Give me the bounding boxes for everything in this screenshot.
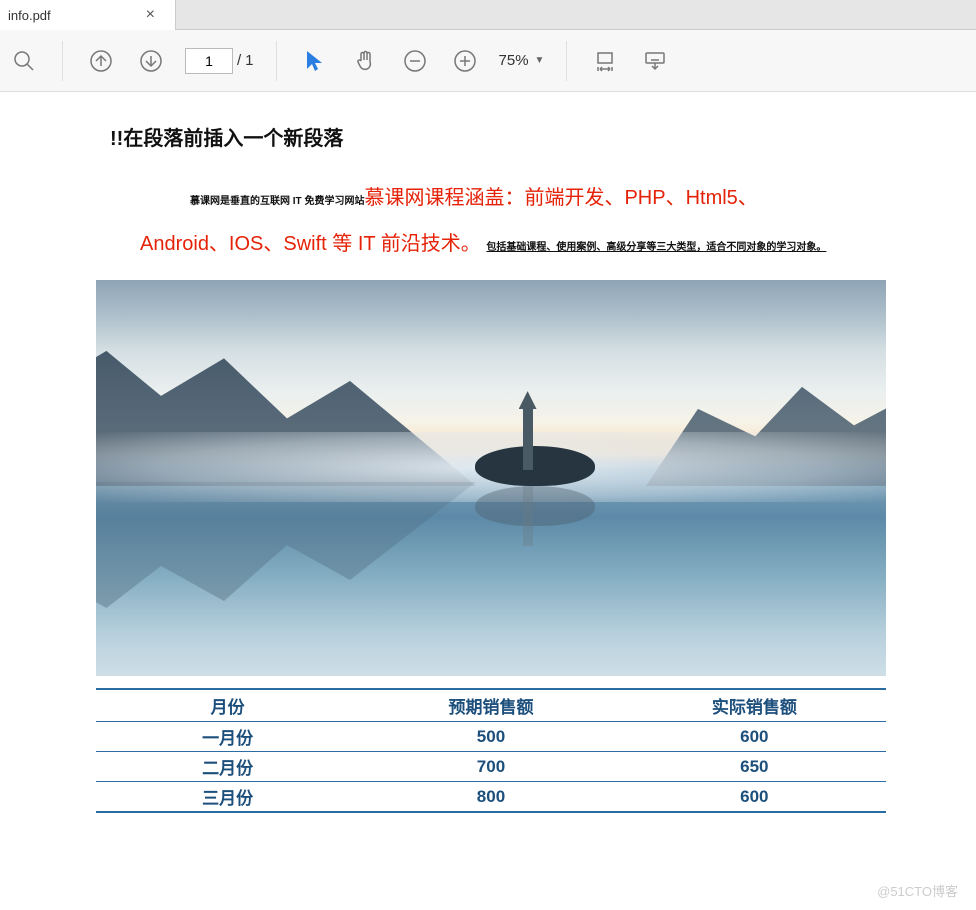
col-header-month: 月份 [96,689,359,722]
cell-month: 二月份 [96,752,359,782]
page-indicator: / 1 [185,48,254,74]
watermark: @51CTO博客 [877,881,958,900]
cell-actual: 650 [623,752,886,782]
fit-width-icon[interactable] [589,45,621,77]
page-total: 1 [245,52,253,69]
cell-actual: 600 [623,722,886,752]
tab-bar: info.pdf × [0,0,976,30]
hand-tool-icon[interactable] [349,45,381,77]
col-header-actual: 实际销售额 [623,689,886,722]
table-row: 二月份 700 650 [96,752,886,782]
island-reflection [475,486,595,526]
page-heading: !!在段落前插入一个新段落 [110,122,916,151]
landscape-image [96,280,886,676]
page-sep: / [237,52,241,69]
close-icon[interactable]: × [146,6,155,24]
church-tower [523,405,533,470]
mountain-reflection [96,482,476,622]
prefix-text: 慕课网是垂直的互联网 IT 免费学习网站 [190,196,364,207]
zoom-dropdown[interactable]: 75% ▼ [499,52,545,69]
cell-month: 一月份 [96,722,359,752]
red-text-2: Android、IOS、Swift 等 IT 前沿技术。 [140,233,481,255]
cell-expected: 800 [359,782,622,813]
pdf-toolbar: / 1 75% ▼ [0,30,976,92]
separator [62,41,63,81]
tower-reflection [523,486,533,546]
paragraph-line-1: 慕课网是垂直的互联网 IT 免费学习网站慕课网课程涵盖：前端开发、PHP、Htm… [190,179,916,217]
zoom-out-icon[interactable] [399,45,431,77]
zoom-value: 75% [499,52,529,69]
separator [276,41,277,81]
table-header-row: 月份 预期销售额 实际销售额 [96,689,886,722]
chevron-down-icon: ▼ [535,55,545,66]
tab-title: info.pdf [8,8,51,23]
suffix-text: 包括基础课程、使用案例、高级分享等三大类型，适合不同对象的学习对象。 [486,242,826,253]
sales-table: 月份 预期销售额 实际销售额 一月份 500 600 二月份 700 650 三… [96,688,886,813]
red-text-1: 慕课网课程涵盖：前端开发、PHP、Html5、 [364,187,757,209]
page-down-icon[interactable] [135,45,167,77]
col-header-expected: 预期销售额 [359,689,622,722]
tab-info-pdf[interactable]: info.pdf × [0,0,176,30]
find-icon[interactable] [8,45,40,77]
cell-expected: 500 [359,722,622,752]
page-up-icon[interactable] [85,45,117,77]
separator [566,41,567,81]
zoom-in-icon[interactable] [449,45,481,77]
page-input[interactable] [185,48,233,74]
cell-month: 三月份 [96,782,359,813]
island [475,446,595,486]
cell-expected: 700 [359,752,622,782]
document-view: !!在段落前插入一个新段落 慕课网是垂直的互联网 IT 免费学习网站慕课网课程涵… [0,92,976,813]
select-tool-icon[interactable] [299,45,331,77]
table-row: 三月份 800 600 [96,782,886,813]
cell-actual: 600 [623,782,886,813]
table-row: 一月份 500 600 [96,722,886,752]
paragraph-line-2: Android、IOS、Swift 等 IT 前沿技术。 包括基础课程、使用案例… [140,227,916,256]
keyboard-icon[interactable] [639,45,671,77]
